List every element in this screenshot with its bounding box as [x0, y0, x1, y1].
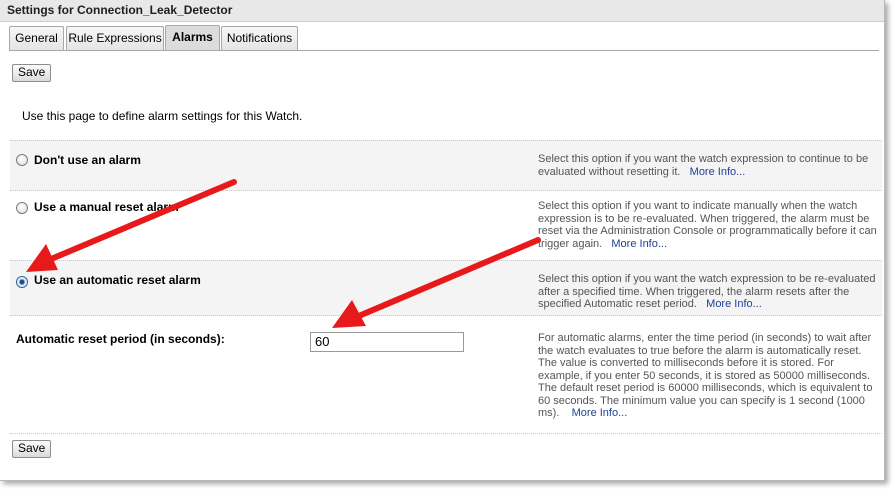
more-info-link[interactable]: More Info... — [706, 298, 762, 310]
help-automatic-reset: Select this option if you want the watch… — [538, 273, 880, 311]
radio-no-alarm[interactable] — [16, 154, 28, 166]
more-info-link[interactable]: More Info... — [611, 238, 667, 250]
radio-manual-reset[interactable] — [16, 202, 28, 214]
bottom-divider — [10, 433, 882, 435]
reset-period-input[interactable] — [310, 332, 464, 352]
help-text: Select this option if you want to indica… — [538, 200, 877, 250]
settings-panel: Settings for Connection_Leak_Detector Ge… — [0, 0, 885, 481]
help-reset-period: For automatic alarms, enter the time per… — [538, 332, 880, 420]
panel-title: Settings for Connection_Leak_Detector — [7, 3, 233, 17]
tab-divider — [9, 50, 879, 51]
tab-alarms[interactable]: Alarms — [165, 25, 220, 51]
reset-period-row: Automatic reset period (in seconds): For… — [10, 315, 882, 434]
tab-rule-expressions[interactable]: Rule Expressions — [66, 26, 164, 50]
help-manual-reset: Select this option if you want to indica… — [538, 200, 880, 250]
save-button-bottom[interactable]: Save — [12, 440, 52, 458]
help-no-alarm: Select this option if you want the watch… — [538, 153, 880, 178]
option-row-manual-reset: Use a manual reset alarm Select this opt… — [10, 190, 882, 261]
page-intro: Use this page to define alarm settings f… — [22, 109, 303, 123]
radio-automatic-reset[interactable] — [16, 276, 28, 288]
title-bar: Settings for Connection_Leak_Detector — [0, 0, 884, 22]
option-row-no-alarm: Don't use an alarm Select this option if… — [10, 140, 882, 191]
option-label-automatic-reset: Use an automatic reset alarm — [34, 273, 201, 287]
option-row-automatic-reset: Use an automatic reset alarm Select this… — [10, 260, 882, 316]
save-button-top[interactable]: Save — [12, 64, 52, 82]
help-text: For automatic alarms, enter the time per… — [538, 332, 873, 419]
tab-notifications[interactable]: Notifications — [221, 26, 298, 50]
tab-general[interactable]: General — [9, 26, 64, 50]
more-info-link[interactable]: More Info... — [690, 166, 746, 178]
option-label-no-alarm: Don't use an alarm — [34, 153, 141, 167]
reset-period-label: Automatic reset period (in seconds): — [16, 332, 225, 346]
option-label-manual-reset: Use a manual reset alarm — [34, 200, 179, 214]
more-info-link[interactable]: More Info... — [572, 407, 628, 419]
